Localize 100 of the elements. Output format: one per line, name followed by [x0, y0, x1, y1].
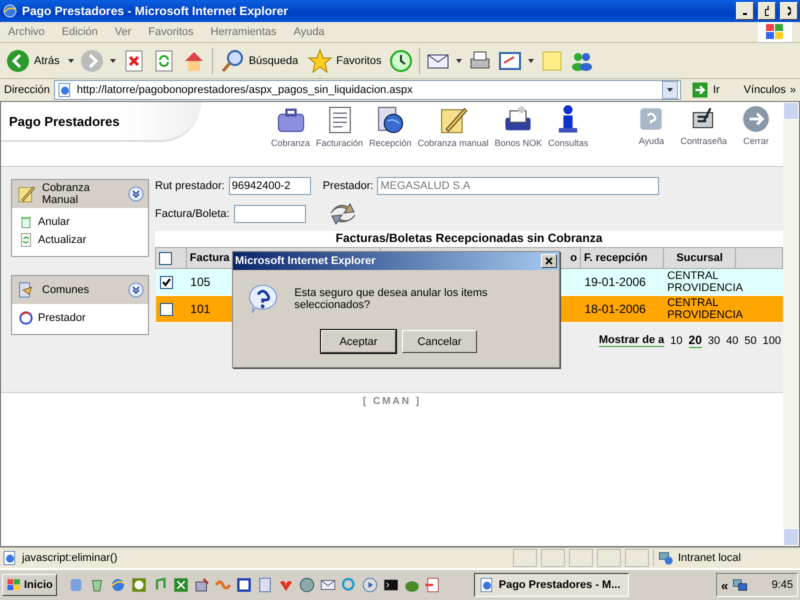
- menu-item[interactable]: Edición: [62, 26, 98, 38]
- notepad-icon: [16, 184, 36, 204]
- nav-button[interactable]: Contraseña: [678, 104, 729, 146]
- field-label: Rut prestador:: [155, 180, 225, 192]
- footer-text: [ CMAN ]: [362, 396, 422, 407]
- menu-item[interactable]: Ver: [114, 26, 132, 38]
- browser-icon[interactable]: [108, 576, 127, 594]
- page-icon: [478, 577, 495, 593]
- caret-icon[interactable]: [456, 58, 462, 62]
- page-size-link[interactable]: 10: [670, 334, 683, 346]
- star-icon[interactable]: [308, 48, 332, 72]
- panel-title: Cobranza Manual: [42, 182, 91, 206]
- status-pane: [597, 549, 621, 567]
- links-label[interactable]: Vínculos: [744, 84, 786, 96]
- page-size-link[interactable]: 100: [762, 334, 781, 346]
- page-size-link[interactable]: 50: [744, 334, 757, 346]
- minimize-icon: [743, 13, 747, 15]
- dialog-title: Microsoft Internet Explorer: [235, 255, 377, 267]
- page-size-link[interactable]: 20: [688, 333, 702, 348]
- dialog-button[interactable]: Cancelar: [402, 330, 477, 353]
- search-icon[interactable]: [220, 48, 245, 72]
- zone-text: Intranet local: [678, 552, 741, 564]
- flag-icon: [6, 577, 22, 593]
- clock-icon[interactable]: [130, 576, 148, 594]
- close-button[interactable]: [780, 2, 798, 20]
- nav-button[interactable]: Cobranza: [269, 104, 312, 148]
- panel-title: Comunes: [42, 284, 90, 296]
- caret-icon[interactable]: [528, 58, 534, 62]
- address-label: Dirección: [4, 84, 50, 96]
- go-button[interactable]: Ir: [684, 80, 726, 100]
- nav-button[interactable]: Cerrar: [739, 104, 773, 146]
- pager-label: Mostrar de a: [598, 334, 664, 347]
- table-cell: 18-01-2006: [580, 296, 664, 322]
- refresh-icon: [18, 232, 34, 248]
- swap-icon[interactable]: [328, 203, 358, 225]
- taskbar-button[interactable]: Pago Prestadores - M...: [474, 573, 629, 597]
- input-field[interactable]: 96942400-2: [228, 177, 311, 195]
- word-icon[interactable]: [234, 576, 253, 594]
- status-text: javascript:eliminar(): [22, 552, 118, 564]
- sidebar-item[interactable]: Anular: [18, 214, 142, 230]
- clock: 9:45: [772, 579, 793, 591]
- menu-item[interactable]: Ayuda: [294, 26, 325, 38]
- page-size-link[interactable]: 30: [708, 334, 720, 346]
- swap-icon: [18, 310, 34, 326]
- address-field[interactable]: http://latorre/pagobonoprestadores/aspx_pagos_sin_liquidacion.aspx: [54, 80, 681, 100]
- minimize-button[interactable]: [736, 2, 754, 20]
- page-icon: [2, 550, 18, 566]
- collapse-icon[interactable]: [128, 186, 144, 202]
- play-icon[interactable]: [360, 576, 379, 594]
- caret-icon[interactable]: [110, 58, 116, 62]
- status-pane: [625, 549, 649, 567]
- expand-tray-button[interactable]: «: [721, 578, 728, 592]
- field-label: Factura/Boleta:: [155, 208, 230, 220]
- dialog-button[interactable]: Aceptar: [321, 330, 396, 353]
- input-field[interactable]: [234, 205, 306, 223]
- network-icon[interactable]: [732, 577, 748, 593]
- sidebar-item[interactable]: Prestador: [18, 310, 142, 326]
- question-icon: [247, 282, 278, 316]
- app-logo: Pago Prestadores: [1, 102, 201, 142]
- nav-button[interactable]: Recepción: [367, 104, 414, 148]
- nav-button[interactable]: Bonos NOK: [492, 104, 544, 148]
- page-icon: [56, 82, 73, 98]
- nav-button[interactable]: Cobranza manual: [416, 104, 491, 148]
- menu-item[interactable]: Archivo: [8, 26, 45, 38]
- browser-icon: [2, 3, 18, 19]
- history-icon[interactable]: [389, 48, 414, 72]
- search-button[interactable]: Búsqueda: [218, 48, 300, 72]
- sidebar-item[interactable]: Actualizar: [18, 232, 142, 248]
- checkbox[interactable]: [159, 252, 172, 264]
- status-pane: [569, 549, 593, 567]
- menu-item[interactable]: Herramientas: [210, 26, 277, 38]
- favorites-button[interactable]: Favoritos: [306, 48, 384, 72]
- checkbox[interactable]: [160, 276, 172, 288]
- table-title: Facturas/Boletas Recepcionadas sin Cobranza: [155, 231, 783, 247]
- status-pane: [541, 549, 565, 567]
- more-links[interactable]: »: [790, 84, 796, 96]
- go-icon[interactable]: [690, 81, 709, 99]
- caret-icon[interactable]: [68, 58, 74, 62]
- column-header: F. recepción: [580, 248, 664, 268]
- menu-item[interactable]: Favoritos: [148, 26, 194, 38]
- dropdown-button[interactable]: [662, 81, 678, 99]
- maximize-button[interactable]: [758, 2, 776, 20]
- spreadsheet-icon[interactable]: [172, 576, 190, 594]
- globe-icon[interactable]: [298, 576, 316, 594]
- page-size-link[interactable]: 40: [726, 334, 738, 346]
- nav-button[interactable]: Facturación: [314, 104, 366, 148]
- back-button[interactable]: Atrás: [4, 48, 62, 72]
- collapse-icon[interactable]: [128, 282, 144, 298]
- status-pane: [513, 549, 537, 567]
- field-label: Prestador:: [322, 180, 374, 192]
- checkbox[interactable]: [160, 302, 172, 316]
- flag-icon: [764, 23, 786, 41]
- back-icon[interactable]: [6, 48, 30, 72]
- close-button[interactable]: [541, 254, 557, 268]
- network-icon: [658, 550, 674, 566]
- tool-icon[interactable]: [192, 576, 211, 594]
- trash-icon: [18, 214, 34, 230]
- nav-button[interactable]: Consultas: [546, 104, 590, 148]
- start-button[interactable]: Inicio: [2, 574, 57, 596]
- nav-button[interactable]: Ayuda: [634, 104, 668, 146]
